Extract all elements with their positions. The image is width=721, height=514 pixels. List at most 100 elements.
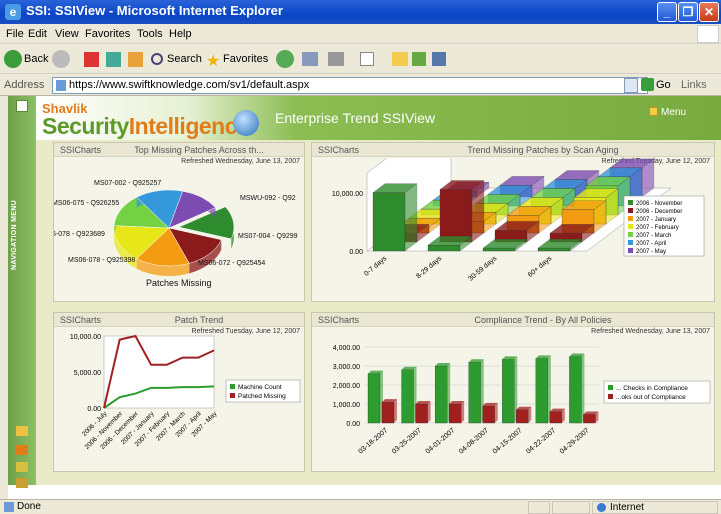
messenger-icon[interactable] <box>432 52 446 66</box>
bar <box>583 414 596 424</box>
help-nav-icon[interactable] <box>16 462 28 472</box>
x-tick-label: 0-7 days <box>363 255 388 278</box>
print-icon[interactable] <box>328 52 344 66</box>
legend-swatch <box>628 232 633 237</box>
bar-side <box>404 183 418 252</box>
favorites-star-icon[interactable]: ★ <box>206 51 220 71</box>
search-icon[interactable] <box>151 53 163 65</box>
panel-header: SSICharts Trend Missing Patches by Scan … <box>312 143 714 157</box>
x-tick-label: 8-29 days <box>415 255 443 280</box>
y-tick-label: 0.00 <box>349 249 363 256</box>
close-button[interactable]: ✕ <box>699 2 719 22</box>
panel-header: SSICharts Compliance Trend - By All Poli… <box>312 313 714 327</box>
legend-swatch <box>628 224 633 229</box>
panel-compliance-trend: SSICharts Compliance Trend - By All Poli… <box>311 312 715 472</box>
bar-front <box>427 245 461 252</box>
menu-file[interactable]: File <box>6 28 24 40</box>
report-nav-icon[interactable] <box>16 445 28 455</box>
bar <box>535 358 549 424</box>
favorites-button[interactable]: Favorites <box>223 49 268 69</box>
back-button[interactable]: Back <box>24 49 48 69</box>
panel-title: Compliance Trend - By All Policies <box>474 315 612 325</box>
pie-label: MS07-004 - Q9299 <box>238 233 298 240</box>
bar <box>502 359 515 424</box>
status-cell <box>528 501 550 514</box>
y-tick-label: 3,000.00 <box>333 364 360 371</box>
address-input[interactable]: https://www.swiftknowledge.com/sv1/defau… <box>52 77 648 94</box>
bar-side <box>427 401 431 423</box>
folder-icon[interactable] <box>392 52 408 66</box>
home-icon[interactable] <box>128 52 143 67</box>
y-tick-label: 2,000.00 <box>333 383 360 390</box>
pie-label: MS07-002 - Q925257 <box>94 180 161 187</box>
y-tick-label: 0.00 <box>346 421 360 428</box>
back-arrow-icon[interactable] <box>4 50 22 68</box>
bar-side <box>471 180 485 243</box>
edit-icon[interactable] <box>360 52 374 66</box>
bar <box>468 362 481 424</box>
bar <box>401 369 414 424</box>
pie-label: MS06-075 - Q926255 <box>54 200 119 207</box>
legend-swatch <box>230 393 235 398</box>
menu-icon[interactable] <box>649 107 658 116</box>
logout-nav-icon[interactable] <box>16 478 28 488</box>
menu-tools[interactable]: Tools <box>137 28 163 40</box>
menu-view[interactable]: View <box>55 28 79 40</box>
x-tick-label: 04-29-2007 <box>559 427 591 455</box>
legend-label: 2007 - April <box>636 241 666 247</box>
compliance-chart: 0.00 1,000.00 2,000.00 3,000.00 4,000.00 03-1… <box>333 345 711 456</box>
x-tick-label: 03-25-2007 <box>391 427 423 455</box>
y-tick-label: 4,000.00 <box>333 345 360 352</box>
title-bar: e SSI: SSIView - Microsoft Internet Expl… <box>0 0 721 24</box>
legend-label: Patched Missing <box>238 393 286 400</box>
research-icon[interactable] <box>412 52 426 66</box>
navigation-menu-label[interactable]: NAVIGATION MENU <box>11 190 18 270</box>
stop-icon[interactable] <box>84 52 99 67</box>
bar <box>569 356 582 424</box>
folder-nav-icon[interactable] <box>16 426 28 436</box>
mail-icon[interactable] <box>302 52 318 66</box>
bar-front <box>482 247 516 252</box>
ie-logo-icon: e <box>5 4 21 20</box>
menu-bar: File Edit View Favorites Tools Help <box>0 24 721 44</box>
history-icon[interactable] <box>276 50 294 68</box>
bar-front <box>439 189 473 243</box>
status-cell <box>552 501 590 514</box>
aging-bar-chart: 0.00 10,000.00 0-7 days 8-29 days 30-59 days… <box>332 158 705 283</box>
menu-link[interactable]: Menu <box>661 107 686 118</box>
go-arrow-icon[interactable] <box>641 78 654 91</box>
bar-side <box>581 353 585 423</box>
status-bar: Done Internet <box>0 499 721 514</box>
go-button[interactable]: Go <box>656 79 671 91</box>
bar <box>367 373 381 424</box>
home-nav-icon[interactable] <box>16 100 28 112</box>
x-tick-label: 04-08-2007 <box>458 427 490 455</box>
menu-help[interactable]: Help <box>169 28 192 40</box>
menu-edit[interactable]: Edit <box>28 28 47 40</box>
menu-favorites[interactable]: Favorites <box>85 28 130 40</box>
legend-swatch <box>628 200 633 205</box>
legend-swatch <box>608 385 613 390</box>
legend-label: 2007 - February <box>636 225 679 231</box>
bar-side <box>494 402 498 423</box>
pie-label: MS06-072 - Q925454 <box>198 260 265 267</box>
legend-swatch <box>628 240 633 245</box>
forward-arrow-icon[interactable] <box>52 50 70 68</box>
legend-label: 2007 - January <box>636 217 676 223</box>
address-dropdown-icon[interactable] <box>624 78 638 93</box>
brand-logo-text: SecurityIntelligence <box>42 113 250 140</box>
page-status-icon <box>4 502 14 512</box>
minimize-button[interactable]: _ <box>657 2 677 22</box>
legend-swatch <box>608 394 613 399</box>
refresh-icon[interactable] <box>106 52 121 67</box>
brand-security: Security <box>42 113 129 139</box>
x-tick-label: 04-15-2007 <box>492 427 524 455</box>
windows-flag-icon <box>697 25 719 43</box>
maximize-button[interactable]: ❐ <box>678 2 698 22</box>
search-button[interactable]: Search <box>167 49 202 69</box>
internet-globe-icon <box>597 503 606 512</box>
legend-swatch <box>628 208 633 213</box>
bar-side <box>394 399 397 423</box>
links-button[interactable]: Links <box>681 79 707 91</box>
pie-label: 6-078 - Q923689 <box>54 231 105 238</box>
